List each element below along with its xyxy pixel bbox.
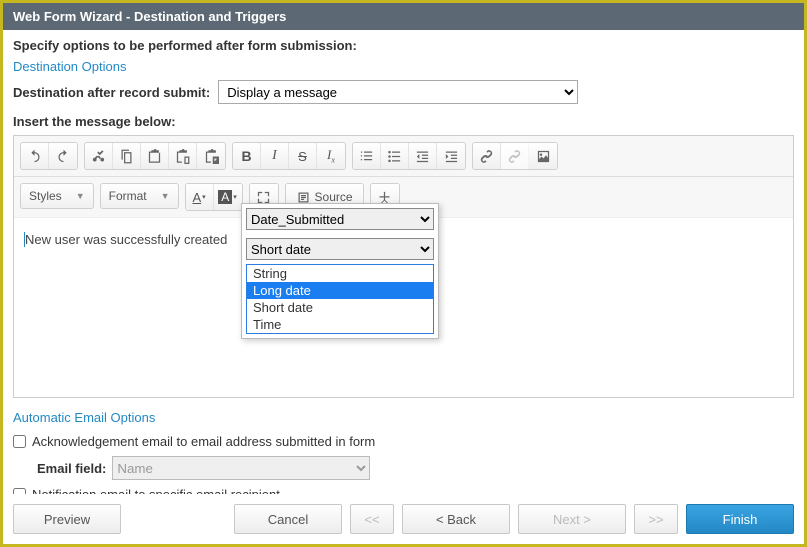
editor-text: New user was successfully created <box>25 232 227 247</box>
link-button[interactable] <box>473 143 501 169</box>
strike-button[interactable]: S <box>289 143 317 169</box>
first-button[interactable]: << <box>350 504 394 534</box>
destination-label: Destination after record submit: <box>13 85 210 100</box>
bold-button[interactable]: B <box>233 143 261 169</box>
destination-select[interactable]: Display a message <box>218 80 578 104</box>
email-field-label: Email field: <box>37 461 106 476</box>
format-option-long-date[interactable]: Long date <box>247 282 433 299</box>
redo-button[interactable] <box>49 143 77 169</box>
editor-toolbar-row1: B I S Ix <box>14 136 793 177</box>
paste-button[interactable] <box>141 143 169 169</box>
preview-button[interactable]: Preview <box>13 504 121 534</box>
destination-heading: Destination Options <box>13 59 794 74</box>
format-option-string[interactable]: String <box>247 265 433 282</box>
cut-button[interactable] <box>85 143 113 169</box>
unlink-button[interactable] <box>501 143 529 169</box>
popup-format-options: String Long date Short date Time <box>246 264 434 334</box>
cancel-button[interactable]: Cancel <box>234 504 342 534</box>
styles-dropdown[interactable]: Styles▼ <box>20 183 94 209</box>
auto-email-heading: Automatic Email Options <box>13 410 794 425</box>
bullet-list-button[interactable] <box>381 143 409 169</box>
italic-button[interactable]: I <box>261 143 289 169</box>
popup-format-select[interactable]: Short date <box>246 238 434 260</box>
bg-color-button[interactable]: A▾ <box>214 184 242 210</box>
finish-button[interactable]: Finish <box>686 504 794 534</box>
format-dropdown[interactable]: Format▼ <box>100 183 179 209</box>
back-button[interactable]: < Back <box>402 504 510 534</box>
ack-email-checkbox[interactable] <box>13 435 26 448</box>
email-field-select[interactable]: Name <box>112 456 370 480</box>
next-button[interactable]: Next > <box>518 504 626 534</box>
text-color-button[interactable]: A▾ <box>186 184 214 210</box>
popup-field-select[interactable]: Date_Submitted <box>246 208 434 230</box>
indent-button[interactable] <box>437 143 465 169</box>
image-button[interactable] <box>529 143 557 169</box>
copy-button[interactable] <box>113 143 141 169</box>
numbered-list-button[interactable] <box>353 143 381 169</box>
undo-button[interactable] <box>21 143 49 169</box>
wizard-footer: Preview Cancel << < Back Next > >> Finis… <box>3 494 804 544</box>
remove-format-button[interactable]: Ix <box>317 143 345 169</box>
instruction-text: Specify options to be performed after fo… <box>13 38 794 53</box>
paste-text-button[interactable] <box>169 143 197 169</box>
format-option-time[interactable]: Time <box>247 316 433 333</box>
format-option-short-date[interactable]: Short date <box>247 299 433 316</box>
paste-word-button[interactable] <box>197 143 225 169</box>
ack-email-label: Acknowledgement email to email address s… <box>32 434 375 449</box>
outdent-button[interactable] <box>409 143 437 169</box>
insert-field-popup: Date_Submitted Short date String Long da… <box>241 203 439 339</box>
window-title: Web Form Wizard - Destination and Trigge… <box>3 3 804 30</box>
last-button[interactable]: >> <box>634 504 678 534</box>
message-label: Insert the message below: <box>13 114 794 129</box>
